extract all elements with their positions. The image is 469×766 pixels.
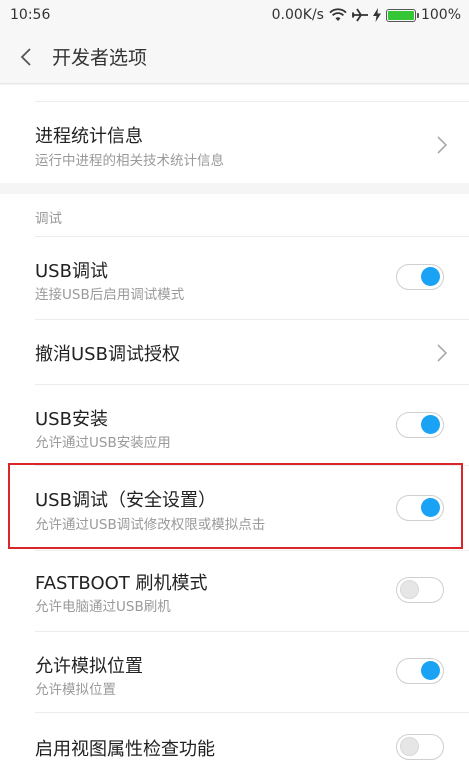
row-subtitle: 允许通过USB安装应用 (35, 435, 171, 451)
row-title: 进程统计信息 (35, 126, 143, 147)
toggle-knob (421, 661, 440, 680)
list-item-process-stats[interactable]: 进程统计信息 运行中进程的相关技术统计信息 (0, 102, 469, 183)
usb-debug-toggle[interactable] (396, 264, 444, 290)
list-item-usb-debug[interactable]: USB调试 连接USB后启用调试模式 (0, 237, 469, 319)
toggle-knob (400, 737, 419, 756)
fastboot-toggle[interactable] (396, 577, 444, 603)
row-title: 启用视图属性检查功能 (35, 739, 215, 760)
row-title: USB安装 (35, 409, 108, 430)
chevron-right-icon (437, 344, 447, 362)
section-label-debug: 调试 (35, 211, 62, 227)
toggle-knob (421, 267, 440, 286)
status-time: 10:56 (10, 7, 51, 23)
list-item-fastboot[interactable]: FASTBOOT 刷机模式 允许电脑通过USB刷机 (0, 551, 469, 631)
panel-process: 进程统计信息 运行中进程的相关技术统计信息 (0, 85, 469, 183)
row-title: FASTBOOT 刷机模式 (35, 573, 208, 594)
wifi-icon (329, 8, 347, 22)
toggle-knob (400, 580, 419, 599)
row-subtitle: 运行中进程的相关技术统计信息 (35, 153, 224, 169)
usb-install-toggle[interactable] (396, 412, 444, 438)
status-bar: 10:56 0.00K/s 100% (0, 0, 469, 30)
battery-fill (387, 10, 414, 20)
list-item-mock-location[interactable]: 允许模拟位置 允许模拟位置 (0, 632, 469, 712)
toggle-knob (421, 415, 440, 434)
battery-percent: 100% (420, 7, 461, 23)
chevron-left-icon (20, 47, 31, 66)
page-title: 开发者选项 (52, 47, 148, 69)
airplane-icon (351, 8, 368, 22)
list-item-view-attribute-inspection[interactable]: 启用视图属性检查功能 (0, 713, 469, 766)
row-title: 允许模拟位置 (35, 656, 143, 677)
back-button[interactable] (0, 30, 52, 84)
mock-location-toggle[interactable] (396, 658, 444, 684)
list-item-revoke-usb-auth[interactable]: 撤消USB调试授权 (0, 320, 469, 384)
chevron-right-icon (437, 136, 447, 154)
view-inspection-toggle[interactable] (396, 734, 444, 760)
charging-icon (372, 8, 381, 22)
row-subtitle: 连接USB后启用调试模式 (35, 287, 185, 303)
row-title: 撤消USB调试授权 (35, 344, 180, 365)
row-subtitle: 允许模拟位置 (35, 682, 116, 698)
row-subtitle: 允许电脑通过USB刷机 (35, 599, 171, 615)
list-item-usb-install[interactable]: USB安装 允许通过USB安装应用 (0, 385, 469, 465)
app-header: 开发者选项 (0, 30, 469, 84)
highlight-box (8, 463, 463, 549)
row-title: USB调试 (35, 261, 108, 282)
network-speed: 0.00K/s (271, 7, 324, 23)
status-icons: 0.00K/s 100% (272, 7, 461, 23)
battery-icon (385, 8, 419, 22)
